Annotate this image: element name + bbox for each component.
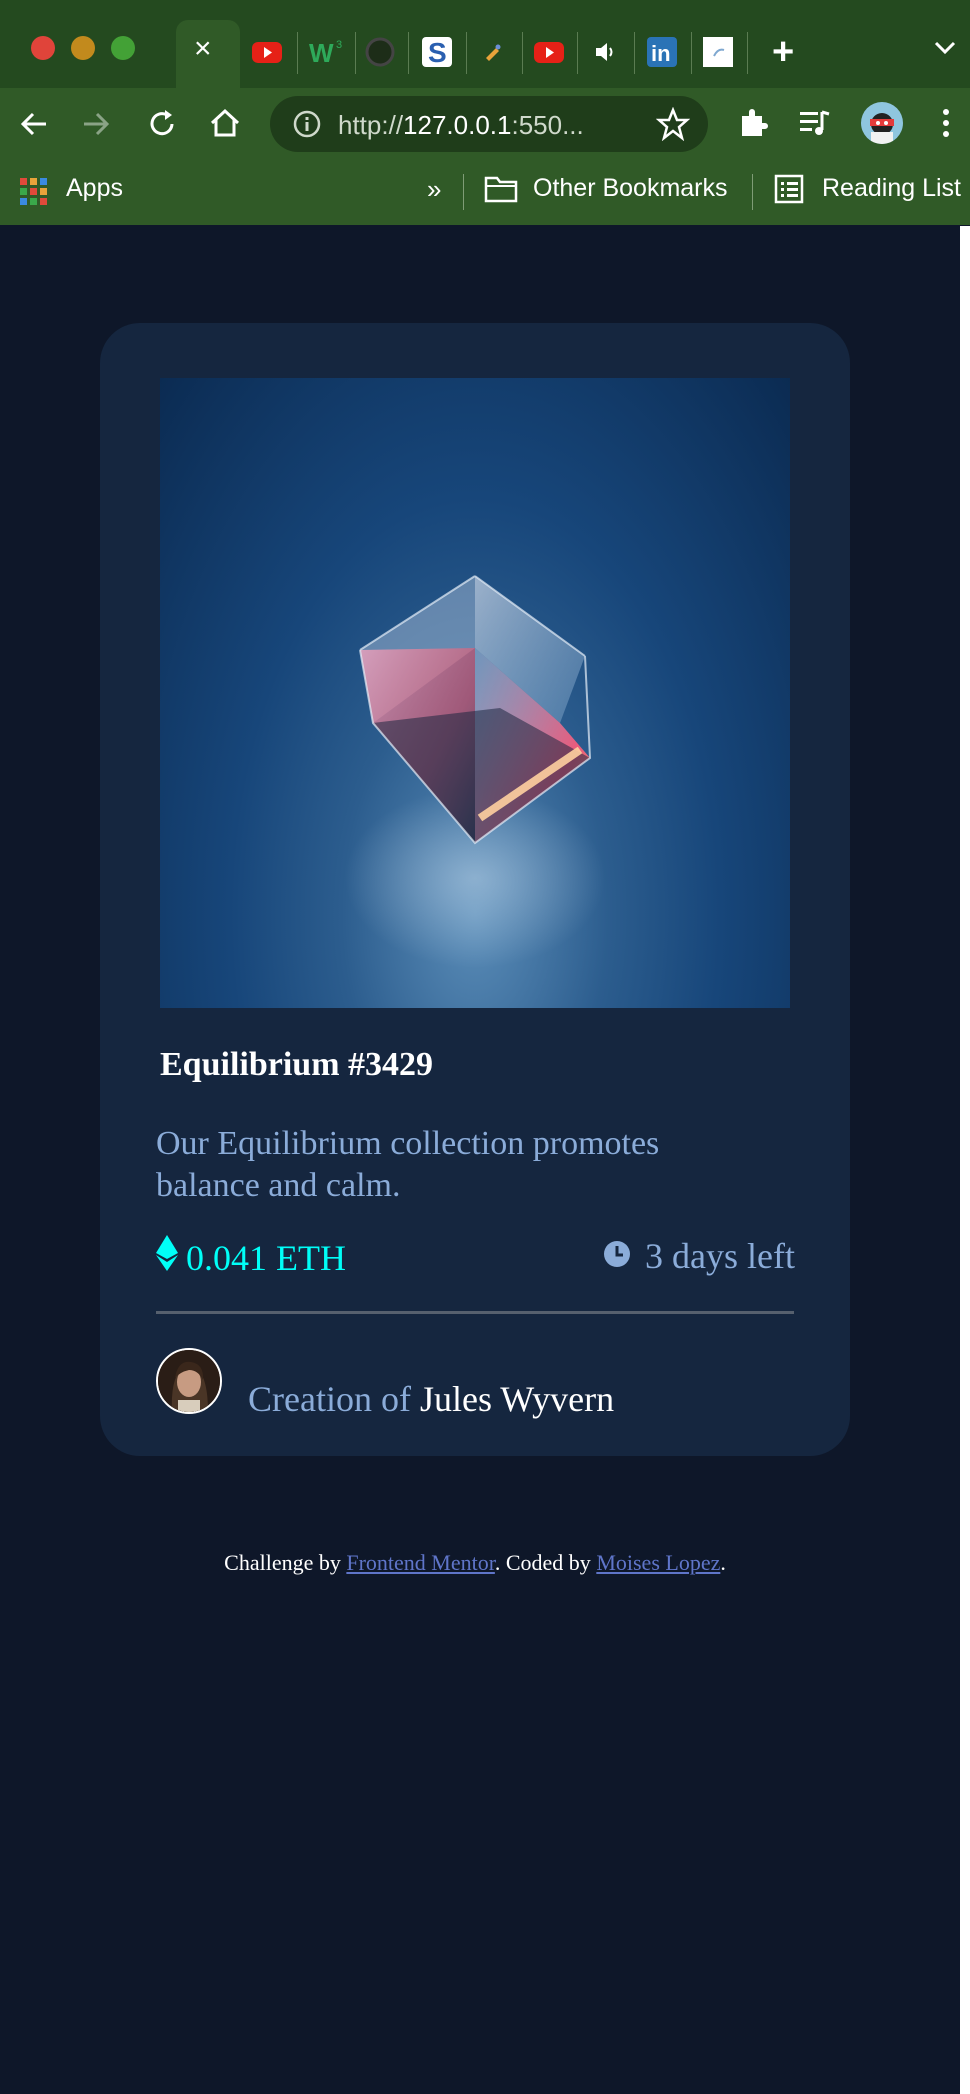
active-tab[interactable]: × <box>176 20 240 88</box>
page-scroll-edge <box>960 226 970 2094</box>
tab-search-chevron-icon[interactable] <box>934 40 956 61</box>
svg-text:in: in <box>651 41 671 66</box>
browser-chrome: × W3 S in + http://127.0.0.1:550... Apps… <box>0 0 970 225</box>
frontend-mentor-link[interactable]: Frontend Mentor <box>346 1550 495 1575</box>
creator-prefix: Creation of <box>248 1379 420 1419</box>
nft-description: Our Equilibrium collection promotes bala… <box>156 1125 660 1204</box>
tab-audio-icon[interactable] <box>590 36 622 68</box>
tab-w3schools-icon[interactable]: W3 <box>309 36 342 68</box>
profile-avatar[interactable] <box>861 102 903 144</box>
svg-text:S: S <box>428 37 447 68</box>
window-minimize-button[interactable] <box>71 36 95 60</box>
extensions-puzzle-icon[interactable] <box>736 106 770 145</box>
bookmarks-bar: Apps » Other Bookmarks Reading List <box>0 164 970 224</box>
bookmark-reading-list[interactable]: Reading List <box>822 174 961 203</box>
creator-avatar <box>156 1348 222 1414</box>
price-value: 0.041 ETH <box>186 1237 346 1278</box>
window-close-button[interactable] <box>31 36 55 60</box>
ethereum-icon <box>156 1235 178 1280</box>
browser-menu-icon[interactable] <box>940 106 952 145</box>
crystal-cube-illustration <box>345 575 605 968</box>
new-tab-button[interactable]: + <box>772 33 794 71</box>
bookmark-star-icon[interactable] <box>655 106 691 146</box>
tab-strip: × W3 S in + <box>0 0 970 88</box>
svg-text:3: 3 <box>336 39 342 51</box>
nft-card: Equilibrium #3429 Our Equilibrium collec… <box>100 323 850 1456</box>
bookmark-apps[interactable]: Apps <box>66 174 123 203</box>
creator-name[interactable]: Jules Wyvern <box>420 1379 614 1419</box>
reload-icon[interactable] <box>145 107 179 146</box>
tab-pencil-icon[interactable] <box>478 36 510 68</box>
time-left-value: 3 days left <box>645 1236 795 1276</box>
price: 0.041 ETH <box>156 1235 346 1280</box>
close-tab-icon[interactable]: × <box>194 34 212 64</box>
creator-line: Creation of Jules Wyvern <box>248 1378 614 1420</box>
svg-text:W: W <box>309 38 334 68</box>
address-bar[interactable]: http://127.0.0.1:550... <box>270 96 708 152</box>
attribution: Challenge by Frontend Mentor. Coded by M… <box>224 1550 726 1575</box>
window-maximize-button[interactable] <box>111 36 135 60</box>
media-queue-icon[interactable] <box>798 108 832 143</box>
back-arrow-icon[interactable] <box>18 108 50 145</box>
site-info-icon[interactable] <box>292 109 322 144</box>
nft-image[interactable] <box>160 378 790 1008</box>
tab-youtube2-icon[interactable] <box>533 36 565 68</box>
tab-github-icon[interactable] <box>364 36 396 68</box>
folder-icon <box>484 174 518 209</box>
tab-youtube-icon[interactable] <box>251 36 283 68</box>
reading-list-icon <box>774 174 804 209</box>
clock-icon <box>603 1235 631 1277</box>
author-link[interactable]: Moises Lopez <box>596 1550 720 1575</box>
tab-linkedin-icon[interactable]: in <box>646 36 678 68</box>
time-left: 3 days left <box>603 1235 795 1277</box>
tab-s-icon[interactable]: S <box>421 36 453 68</box>
apps-grid-icon[interactable] <box>20 178 48 211</box>
forward-arrow-icon[interactable] <box>80 108 112 145</box>
bookmark-other[interactable]: Other Bookmarks <box>533 174 728 203</box>
nft-title[interactable]: Equilibrium #3429 <box>160 1046 433 1084</box>
tab-page-icon[interactable] <box>702 36 734 68</box>
url-text[interactable]: http://127.0.0.1:550... <box>338 110 584 141</box>
home-icon[interactable] <box>208 106 242 145</box>
bookmarks-overflow-button[interactable]: » <box>427 174 441 205</box>
card-divider <box>156 1311 794 1314</box>
